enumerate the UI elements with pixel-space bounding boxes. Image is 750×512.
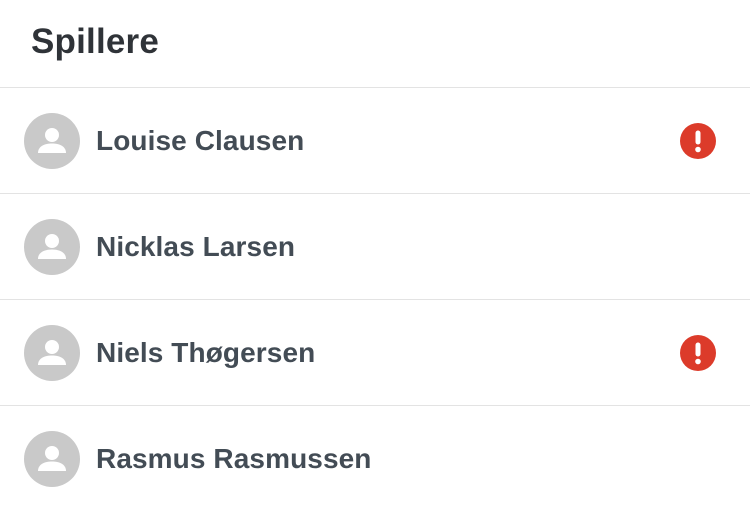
player-name: Rasmus Rasmussen bbox=[96, 443, 372, 474]
avatar bbox=[24, 324, 80, 381]
player-row-louise-clausen[interactable]: Louise Clausen bbox=[0, 88, 750, 194]
player-name: Louise Clausen bbox=[96, 124, 305, 156]
player-row-rasmus-rasmussen[interactable]: Rasmus Rasmussen bbox=[0, 406, 750, 512]
user-silhouette-icon bbox=[38, 339, 66, 365]
page-title: Spillere bbox=[31, 21, 160, 61]
user-silhouette-icon bbox=[38, 446, 66, 471]
alert-icon bbox=[680, 334, 716, 371]
player-name: Nicklas Larsen bbox=[96, 230, 296, 262]
player-row-nicklas-larsen[interactable]: Nicklas Larsen bbox=[0, 194, 750, 300]
avatar bbox=[24, 431, 80, 487]
avatar bbox=[24, 112, 80, 169]
alert-icon bbox=[680, 122, 716, 159]
avatar bbox=[24, 218, 80, 275]
page-header: Spillere bbox=[0, 0, 750, 88]
player-list: Louise Clausen Nicklas Larsen Niels Thøg… bbox=[0, 88, 750, 512]
player-row-niels-thogersen[interactable]: Niels Thøgersen bbox=[0, 300, 750, 406]
user-silhouette-icon bbox=[38, 127, 66, 153]
user-silhouette-icon bbox=[38, 233, 66, 259]
player-name: Niels Thøgersen bbox=[96, 336, 316, 368]
